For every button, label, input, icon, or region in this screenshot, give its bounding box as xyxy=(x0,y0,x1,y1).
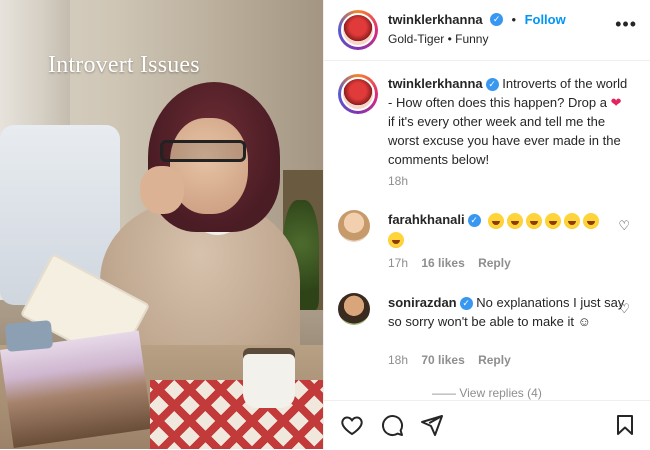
comment-item: sonirazdan ✓ No explanations I just say s… xyxy=(338,293,638,373)
comment-like-heart-icon[interactable]: ♡ xyxy=(618,301,630,317)
author-username[interactable]: twinklerkhanna xyxy=(388,12,483,27)
comment-text: farahkhanali ✓ xyxy=(388,210,628,248)
laughing-emoji-icon xyxy=(388,231,404,248)
media-hand xyxy=(140,166,184,214)
verified-icon: ✓ xyxy=(485,78,499,92)
caption-username[interactable]: twinklerkhanna xyxy=(388,76,483,91)
post-header: twinklerkhanna ✓ • Follow Gold-Tiger • F… xyxy=(324,0,650,61)
media-caption-text: Introvert Issues xyxy=(48,52,200,78)
comment-like-heart-icon[interactable]: ♡ xyxy=(618,218,630,234)
caption-body-2: if it's every other week and tell me the… xyxy=(388,114,621,167)
comment-likes[interactable]: 16 likes xyxy=(421,256,464,270)
comment-meta: 17h 16 likes Reply xyxy=(388,256,511,270)
verified-icon: ✓ xyxy=(459,297,473,311)
red-heart-emoji-icon: ❤ xyxy=(610,95,622,110)
instagram-post-view: Introvert Issues twinklerkhanna ✓ • Foll… xyxy=(0,0,650,449)
caption-avatar[interactable] xyxy=(338,74,378,114)
bookmark-icon[interactable] xyxy=(613,413,637,437)
comment-reply-button[interactable]: Reply xyxy=(478,256,511,270)
comment-text: sonirazdan ✓ No explanations I just say s… xyxy=(388,293,628,331)
more-icon[interactable]: ••• xyxy=(615,14,637,35)
media-phone xyxy=(4,320,54,352)
audio-subtitle[interactable]: Gold-Tiger • Funny xyxy=(388,32,488,46)
commenter-avatar[interactable] xyxy=(338,293,370,325)
header-line: twinklerkhanna ✓ • Follow xyxy=(388,11,566,29)
comment-icon[interactable] xyxy=(380,413,404,437)
view-replies-link[interactable]: —— View replies (4) xyxy=(432,386,542,400)
media-placemat xyxy=(150,380,323,449)
post-media[interactable]: Introvert Issues xyxy=(0,0,323,449)
comment-likes[interactable]: 70 likes xyxy=(421,353,464,367)
share-icon[interactable] xyxy=(420,413,444,437)
comment-reply-button[interactable]: Reply xyxy=(478,353,511,367)
comment-time[interactable]: 17h xyxy=(388,256,408,270)
comment-item: farahkhanali ✓ 17h 16 likes Reply ♡ xyxy=(338,210,638,280)
verified-icon: ✓ xyxy=(467,214,481,228)
heart-icon[interactable] xyxy=(340,413,364,437)
commenter-avatar[interactable] xyxy=(338,210,370,242)
separator-dot: • xyxy=(511,12,517,27)
action-bar xyxy=(324,400,650,450)
comment-meta: 18h 70 likes Reply xyxy=(388,353,511,367)
caption-text: twinklerkhanna ✓ Introverts of the world … xyxy=(388,74,628,169)
media-mug xyxy=(243,348,295,408)
post-side-panel: twinklerkhanna ✓ • Follow Gold-Tiger • F… xyxy=(323,0,650,449)
comment-username[interactable]: farahkhanali xyxy=(388,212,465,227)
laughing-emoji-icon xyxy=(488,212,602,229)
caption-entry: twinklerkhanna ✓ Introverts of the world … xyxy=(338,74,638,194)
media-glasses xyxy=(160,140,246,162)
comment-username[interactable]: sonirazdan xyxy=(388,295,457,310)
verified-icon: ✓ xyxy=(490,13,504,27)
follow-button[interactable]: Follow xyxy=(525,12,566,27)
caption-time[interactable]: 18h xyxy=(388,174,408,188)
comment-time[interactable]: 18h xyxy=(388,353,408,367)
author-avatar[interactable] xyxy=(338,10,378,50)
